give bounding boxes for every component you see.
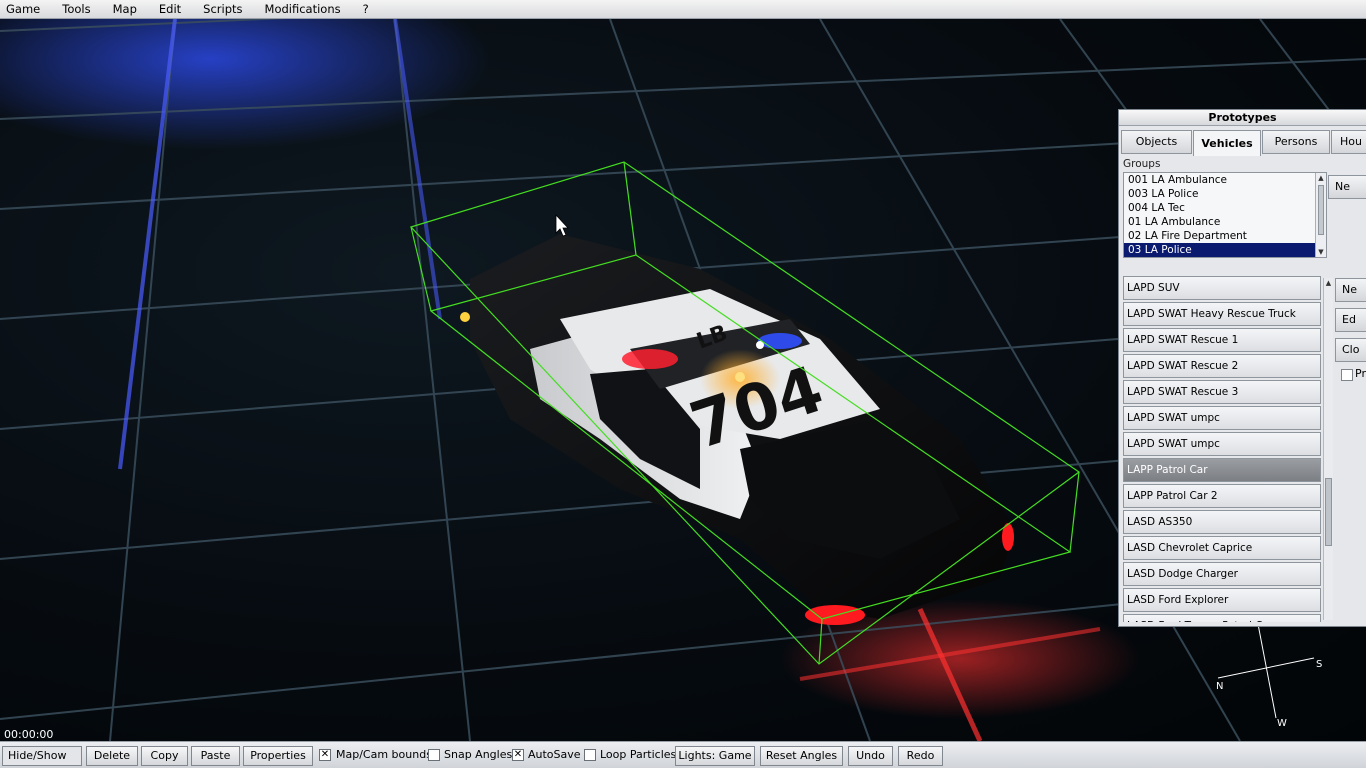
tab-vehicles[interactable]: Vehicles: [1193, 130, 1261, 156]
list-item[interactable]: LASD AS350: [1123, 510, 1321, 534]
reset-angles-button[interactable]: Reset Angles: [760, 746, 843, 766]
map-cam-bounds-label: Map/Cam bounds: [336, 748, 432, 761]
group-item[interactable]: 01 LA Ambulance: [1124, 215, 1326, 229]
menu-tools[interactable]: Tools: [56, 0, 96, 19]
scroll-up-icon[interactable]: ▲: [1316, 173, 1326, 183]
group-item-selected[interactable]: 03 LA Police: [1124, 243, 1326, 257]
list-item[interactable]: LASD Ford Explorer: [1123, 588, 1321, 612]
list-item[interactable]: LASD Chevrolet Caprice: [1123, 536, 1321, 560]
snap-angles-label: Snap Angles: [444, 748, 513, 761]
list-item[interactable]: LASD Ford Taurus Patrol Car: [1123, 614, 1321, 622]
tab-persons[interactable]: Persons: [1262, 130, 1330, 154]
menu-game[interactable]: Game: [0, 0, 46, 19]
menu-help[interactable]: ?: [357, 0, 375, 19]
redo-button[interactable]: Redo: [898, 746, 943, 766]
menu-map[interactable]: Map: [107, 0, 143, 19]
paste-button[interactable]: Paste: [191, 746, 240, 766]
groups-scrollbar[interactable]: ▲ ▼: [1315, 173, 1326, 257]
list-item[interactable]: LAPD SWAT Rescue 1: [1123, 328, 1321, 352]
tab-objects[interactable]: Objects: [1121, 130, 1192, 154]
group-item[interactable]: 001 LA Ambulance: [1124, 173, 1326, 187]
red-lightbar-lamp: [622, 349, 678, 369]
blue-light-glow: [0, 19, 490, 149]
group-item[interactable]: 02 LA Fire Department: [1124, 229, 1326, 243]
compass-icon: S N W: [1216, 623, 1322, 729]
new-item-button[interactable]: Ne: [1335, 278, 1366, 302]
time-readout: 00:00:00: [4, 728, 54, 741]
autosave-label: AutoSave: [528, 748, 581, 761]
groups-label: Groups: [1123, 158, 1161, 170]
blue-lightbar-lamp: [758, 333, 802, 349]
scroll-down-icon[interactable]: ▼: [1316, 247, 1326, 257]
lights-mode-button[interactable]: Lights: Game: [675, 746, 755, 766]
copy-button[interactable]: Copy: [141, 746, 188, 766]
list-item[interactable]: LAPD SWAT Rescue 2: [1123, 354, 1321, 378]
list-item[interactable]: LAPP Patrol Car 2: [1123, 484, 1321, 508]
bottom-toolbar: Hide/Show Delete Copy Paste Properties ✕…: [0, 741, 1366, 768]
menu-modifications[interactable]: Modifications: [259, 0, 347, 19]
autosave-checkbox[interactable]: ✕: [512, 749, 524, 761]
list-item-highlighted[interactable]: LAPP Patrol Car: [1123, 458, 1321, 482]
preview-checkbox-label: Pre: [1355, 367, 1366, 380]
scrollbar-thumb[interactable]: [1318, 185, 1324, 235]
tab-houses[interactable]: Hou: [1331, 130, 1366, 154]
edit-item-button[interactable]: Ed: [1335, 308, 1366, 332]
front-marker-light: [460, 312, 470, 322]
preview-checkbox[interactable]: [1341, 369, 1353, 381]
undo-button[interactable]: Undo: [848, 746, 893, 766]
loop-particles-checkbox[interactable]: [584, 749, 596, 761]
menu-edit[interactable]: Edit: [153, 0, 187, 19]
snap-angles-checkbox[interactable]: [428, 749, 440, 761]
properties-button[interactable]: Properties: [243, 746, 313, 766]
scroll-up-icon[interactable]: ▲: [1324, 278, 1333, 288]
scrollbar-thumb[interactable]: [1325, 478, 1332, 546]
map-cam-bounds-checkbox[interactable]: ✕: [319, 749, 331, 761]
list-item[interactable]: LAPD SWAT Heavy Rescue Truck: [1123, 302, 1321, 326]
loop-particles-label: Loop Particles: [600, 748, 677, 761]
prototypes-panel: Prototypes Objects Vehicles Persons Hou …: [1118, 109, 1366, 627]
list-item[interactable]: LASD Dodge Charger: [1123, 562, 1321, 586]
prototype-items-list[interactable]: LAPD SUV LAPD SWAT Heavy Rescue Truck LA…: [1123, 276, 1321, 622]
list-item[interactable]: LAPD SWAT umpc: [1123, 432, 1321, 456]
list-item[interactable]: LAPD SUV: [1123, 276, 1321, 300]
group-item[interactable]: 003 LA Police: [1124, 187, 1326, 201]
prototype-tabs: Objects Vehicles Persons Hou: [1121, 130, 1366, 156]
new-group-button[interactable]: Ne: [1328, 175, 1366, 199]
groups-list[interactable]: 001 LA Ambulance 003 LA Police 004 LA Te…: [1123, 172, 1327, 258]
police-car-model[interactable]: LB 704: [460, 234, 1015, 625]
compass-label-w: W: [1277, 718, 1287, 729]
clone-item-button[interactable]: Clo: [1335, 338, 1366, 362]
menu-scripts[interactable]: Scripts: [197, 0, 248, 19]
list-item[interactable]: LAPD SWAT Rescue 3: [1123, 380, 1321, 404]
prototypes-title: Prototypes: [1119, 110, 1366, 126]
mouse-cursor-icon: [555, 213, 569, 237]
menubar: Game Tools Map Edit Scripts Modification…: [0, 0, 1366, 19]
group-item[interactable]: 004 LA Tec: [1124, 201, 1326, 215]
compass-label-n: N: [1216, 681, 1223, 692]
compass-label-s: S: [1316, 659, 1322, 670]
items-scrollbar[interactable]: ▲: [1323, 278, 1333, 620]
delete-button[interactable]: Delete: [86, 746, 138, 766]
hide-show-button[interactable]: Hide/Show: [2, 746, 82, 766]
list-item[interactable]: LAPD SWAT umpc: [1123, 406, 1321, 430]
